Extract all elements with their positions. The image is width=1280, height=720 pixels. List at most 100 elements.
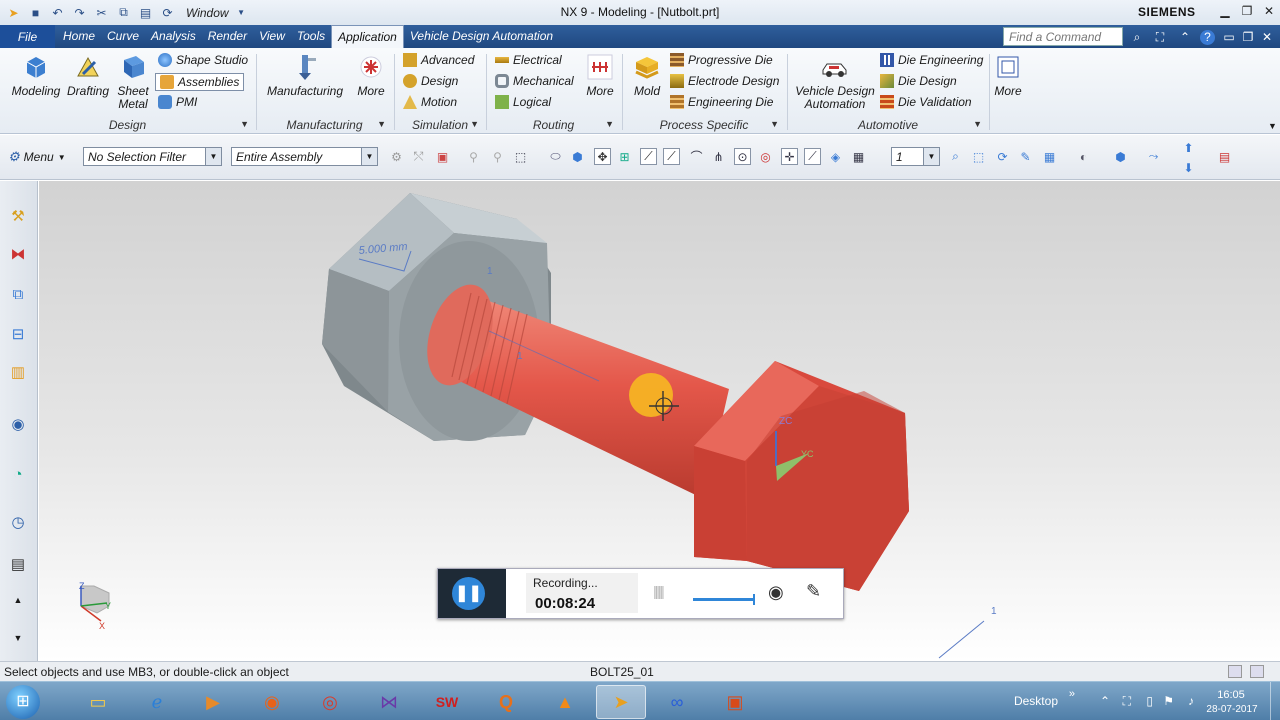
pause-button[interactable]: ❚❚ bbox=[452, 577, 485, 610]
render-style-icon[interactable]: ◐ bbox=[1075, 148, 1092, 165]
snap-midpoint-icon[interactable]: ⟋ bbox=[663, 148, 680, 165]
tab-application[interactable]: Application bbox=[331, 25, 404, 49]
tab-home[interactable]: Home bbox=[57, 25, 101, 48]
tab-analysis[interactable]: Analysis bbox=[145, 25, 202, 48]
status-panel-icon[interactable] bbox=[1250, 665, 1264, 678]
select-gear-icon[interactable]: ⚙ bbox=[388, 148, 405, 165]
webcam-icon[interactable]: ◉ bbox=[768, 582, 784, 603]
assembly-scope-dropdown[interactable]: Entire Assembly ▼ bbox=[231, 147, 378, 166]
toolbar-expand-icon[interactable]: » bbox=[1069, 688, 1075, 700]
drafting-button[interactable]: Drafting bbox=[63, 52, 113, 98]
web-browser-icon[interactable]: ◉ bbox=[7, 411, 29, 437]
snap-center-icon[interactable]: ⊙ bbox=[734, 148, 751, 165]
minimize-icon[interactable]: ▁ bbox=[1214, 2, 1236, 20]
snap-curve-icon[interactable]: ⌒ bbox=[688, 148, 705, 165]
reuse-library-icon[interactable]: ⊟ bbox=[7, 321, 29, 347]
zoom-icon[interactable]: ⌕ bbox=[947, 148, 964, 165]
toolbar-options-icon[interactable]: ▤ bbox=[1216, 148, 1233, 165]
fit-icon[interactable]: ⬚ bbox=[970, 148, 987, 165]
tab-tools[interactable]: Tools bbox=[291, 25, 331, 48]
media-player-icon[interactable]: ▶ bbox=[188, 685, 238, 719]
desktop-toolbar[interactable]: Desktop bbox=[1014, 694, 1058, 708]
solidworks-icon[interactable]: SW bbox=[422, 685, 472, 719]
scroll-up-icon[interactable]: ▲ bbox=[7, 593, 29, 607]
menu-button[interactable]: ⚙ Menu ▼ bbox=[8, 149, 66, 165]
wcs-icon[interactable]: ⬆ bbox=[1180, 139, 1197, 156]
deselect-icon[interactable]: ⤲ bbox=[410, 148, 427, 165]
pan-icon[interactable]: ✎ bbox=[1017, 148, 1034, 165]
flag-icon[interactable]: ⚑ bbox=[1163, 694, 1174, 708]
advanced-simulation-button[interactable]: Advanced bbox=[403, 53, 474, 67]
tab-curve[interactable]: Curve bbox=[101, 25, 145, 48]
volume-slider[interactable] bbox=[693, 598, 755, 601]
help-icon[interactable]: ? bbox=[1200, 30, 1215, 45]
csys-icon[interactable]: ⬇ bbox=[1180, 159, 1197, 176]
fit-window-icon[interactable]: ⛶ bbox=[1151, 28, 1169, 46]
snap-quadrant-icon[interactable]: ◎ bbox=[757, 148, 774, 165]
snap-face-icon[interactable]: ◈ bbox=[827, 148, 844, 165]
volume-slider-handle[interactable] bbox=[753, 594, 755, 605]
doc-close-icon[interactable]: ✕ bbox=[1258, 28, 1276, 46]
snap-intersection-icon[interactable]: ⋔ bbox=[710, 148, 727, 165]
mechanical-routing-button[interactable]: Mechanical bbox=[495, 74, 574, 88]
tab-view[interactable]: View bbox=[253, 25, 291, 48]
close-icon[interactable]: ✕ bbox=[1258, 2, 1280, 20]
logical-routing-button[interactable]: Logical bbox=[495, 95, 551, 109]
show-desktop-button[interactable] bbox=[1270, 682, 1280, 720]
part-navigator-icon[interactable]: ⧉ bbox=[7, 281, 29, 307]
scroll-down-icon[interactable]: ▼ bbox=[7, 631, 29, 645]
manufacturing-button[interactable]: Manufacturing bbox=[265, 52, 345, 98]
history-icon[interactable]: ◔ bbox=[7, 461, 29, 487]
layer-dropdown[interactable]: 1 ▼ bbox=[891, 147, 940, 166]
component-icon[interactable]: ⚲ bbox=[489, 148, 506, 165]
drag-handle-icon[interactable]: |||||| bbox=[653, 583, 665, 599]
electrode-design-button[interactable]: Electrode Design bbox=[670, 74, 779, 88]
file-explorer-icon[interactable]: ▭ bbox=[73, 685, 123, 719]
constraint-navigator-icon[interactable]: ⧓ bbox=[7, 241, 29, 267]
clock-date[interactable]: 28-07-2017 bbox=[1197, 704, 1267, 715]
search-icon[interactable]: ⌕ bbox=[1128, 28, 1146, 46]
view-triad-icon[interactable]: ⤳ bbox=[1145, 148, 1162, 165]
tab-file[interactable]: File bbox=[0, 25, 55, 48]
internet-explorer-icon[interactable]: ℯ bbox=[132, 685, 182, 719]
snap-on-curve-icon[interactable]: ⟋ bbox=[804, 148, 821, 165]
mold-button[interactable]: Mold bbox=[629, 52, 665, 98]
firefox-icon[interactable]: ◉ bbox=[247, 685, 297, 719]
network-icon[interactable]: ⛶ bbox=[1123, 694, 1131, 709]
sheet-metal-button[interactable]: Sheet Metal bbox=[113, 52, 153, 111]
snap-point-icon[interactable]: ✛ bbox=[781, 148, 798, 165]
die-validation-button[interactable]: Die Validation bbox=[880, 95, 972, 109]
start-button[interactable]: ⊞ bbox=[6, 685, 40, 719]
pen-icon[interactable]: ✎ bbox=[806, 581, 821, 602]
assemblies-button[interactable]: Assemblies bbox=[155, 73, 245, 91]
routing-more-button[interactable]: More bbox=[582, 52, 618, 98]
tab-vehicle-design-automation[interactable]: Vehicle Design Automation bbox=[404, 25, 559, 48]
pmi-button[interactable]: PMI bbox=[158, 95, 197, 109]
collapse-ribbon-icon[interactable]: ⌃ bbox=[1176, 28, 1194, 46]
nx-taskbar-icon[interactable]: ➤ bbox=[596, 685, 646, 719]
design-simulation-button[interactable]: Design bbox=[403, 74, 458, 88]
snap-control-icon[interactable]: ⊞ bbox=[616, 148, 633, 165]
selection-filter-dropdown[interactable]: No Selection Filter ▼ bbox=[83, 147, 222, 166]
automotive-more-button[interactable]: More bbox=[992, 52, 1024, 98]
clock-icon[interactable]: ◷ bbox=[7, 509, 29, 535]
automotive-group-dropdown-icon[interactable]: ▼ bbox=[973, 119, 982, 129]
q-app-icon[interactable]: Q bbox=[481, 685, 531, 719]
roles-icon[interactable]: ▤ bbox=[7, 551, 29, 577]
progressive-die-button[interactable]: Progressive Die bbox=[670, 53, 773, 67]
routing-group-dropdown-icon[interactable]: ▼ bbox=[605, 119, 614, 129]
volume-icon[interactable]: ♪ bbox=[1188, 694, 1194, 708]
chrome-icon[interactable]: ◎ bbox=[305, 685, 355, 719]
hd3d-tools-icon[interactable]: ▥ bbox=[7, 359, 29, 385]
manufacturing-group-dropdown-icon[interactable]: ▼ bbox=[377, 119, 386, 129]
feature-icon[interactable]: ⚲ bbox=[465, 148, 482, 165]
manufacturing-more-button[interactable]: More bbox=[353, 52, 389, 98]
orient-view-icon[interactable]: ▦ bbox=[1041, 148, 1058, 165]
die-design-button[interactable]: Die Design bbox=[880, 74, 957, 88]
rectangle-select-icon[interactable]: ⬚ bbox=[512, 148, 529, 165]
find-command-input[interactable]: Find a Command bbox=[1003, 27, 1123, 46]
snap-bounded-icon[interactable]: ▦ bbox=[850, 148, 867, 165]
powerpoint-icon[interactable]: ▣ bbox=[710, 685, 760, 719]
solid-body-icon[interactable]: ⬭ bbox=[547, 148, 564, 165]
tab-render[interactable]: Render bbox=[202, 25, 253, 48]
